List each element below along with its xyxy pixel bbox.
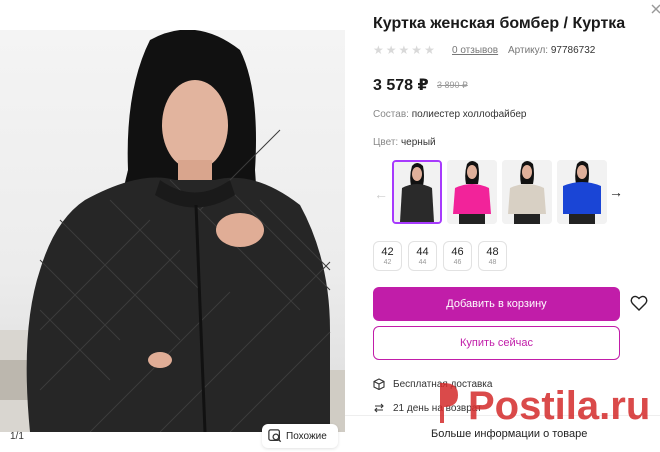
gallery-top-strip xyxy=(0,0,345,30)
size-sub: 48 xyxy=(488,258,497,266)
size-sub: 46 xyxy=(453,258,462,266)
star-icon: ★ xyxy=(398,43,410,57)
color-value: черный xyxy=(400,137,436,148)
color-label: Цвет: xyxy=(373,137,399,148)
product-info-panel: Куртка женская бомбер / Куртка ★ ★ ★ ★ ★… xyxy=(345,0,660,452)
rating-stars: ★ ★ ★ ★ ★ xyxy=(373,44,435,56)
gallery-counter: 1/1 xyxy=(10,431,24,442)
star-icon: ★ xyxy=(373,43,384,57)
free-delivery: Бесплатная доставка xyxy=(373,378,492,390)
box-icon xyxy=(373,378,385,390)
color-prev-arrow-icon[interactable]: ← xyxy=(374,186,388,202)
star-icon: ★ xyxy=(385,43,397,57)
product-gallery: 1/1 Похожие xyxy=(0,0,345,452)
favorite-heart-icon[interactable] xyxy=(630,294,648,312)
color-swatch-pink[interactable] xyxy=(447,160,497,224)
swatch-beige-image xyxy=(502,160,552,224)
size-number: 42 xyxy=(381,245,394,258)
similar-button[interactable]: Похожие xyxy=(262,424,338,448)
size-option-42[interactable]: 42 42 xyxy=(373,241,402,271)
add-to-cart-button[interactable]: Добавить в корзину xyxy=(373,287,620,321)
size-option-46[interactable]: 46 46 xyxy=(443,241,472,271)
size-option-44[interactable]: 44 44 xyxy=(408,241,437,271)
composition: Состав: полиестер холлофайбер xyxy=(373,109,526,120)
old-price: 3 890 ₽ xyxy=(437,80,468,90)
current-price: 3 578 ₽ xyxy=(373,77,429,94)
product-title: Куртка женская бомбер / Куртка xyxy=(373,15,626,32)
size-option-48[interactable]: 48 48 xyxy=(478,241,507,271)
reviews-link[interactable]: 0 отзывов xyxy=(452,45,498,56)
article-label: Артикул: xyxy=(508,45,549,56)
delivery-text: Бесплатная доставка xyxy=(393,378,493,390)
composition-label: Состав: xyxy=(373,109,409,120)
similar-label: Похожие xyxy=(286,430,327,442)
returns-info: 21 день на возврат xyxy=(373,402,482,414)
returns-text: 21 день на возврат xyxy=(393,402,482,414)
buy-now-button[interactable]: Купить сейчас xyxy=(373,326,620,360)
model-illustration xyxy=(0,29,345,433)
size-number: 48 xyxy=(486,245,499,258)
color-swatch-blue[interactable] xyxy=(557,160,607,224)
color-info: Цвет: черный xyxy=(373,137,436,148)
color-next-arrow-icon[interactable]: → xyxy=(609,184,623,200)
star-icon: ★ xyxy=(411,43,423,57)
article-value: 97786732 xyxy=(550,45,596,56)
star-icon: ★ xyxy=(424,43,435,57)
swatch-blue-image xyxy=(557,160,607,224)
product-photo[interactable] xyxy=(0,29,345,433)
color-swatch-beige[interactable] xyxy=(502,160,552,224)
more-info-button[interactable]: Больше информации о товаре xyxy=(345,415,660,452)
return-arrows-icon xyxy=(374,403,384,413)
size-sub: 44 xyxy=(418,258,427,266)
color-swatch-black[interactable] xyxy=(392,160,442,224)
swatch-black-image xyxy=(394,162,440,222)
size-sub: 42 xyxy=(383,258,392,266)
close-icon[interactable] xyxy=(650,3,660,15)
size-selector: 42 42 44 44 46 46 48 48 xyxy=(373,241,507,271)
image-search-icon xyxy=(268,429,282,443)
article-number: Артикул: 97786732 xyxy=(508,45,595,56)
swatch-pink-image xyxy=(447,160,497,224)
composition-value: полиестер холлофайбер xyxy=(411,109,527,120)
size-number: 44 xyxy=(416,245,429,258)
size-number: 46 xyxy=(451,245,464,258)
